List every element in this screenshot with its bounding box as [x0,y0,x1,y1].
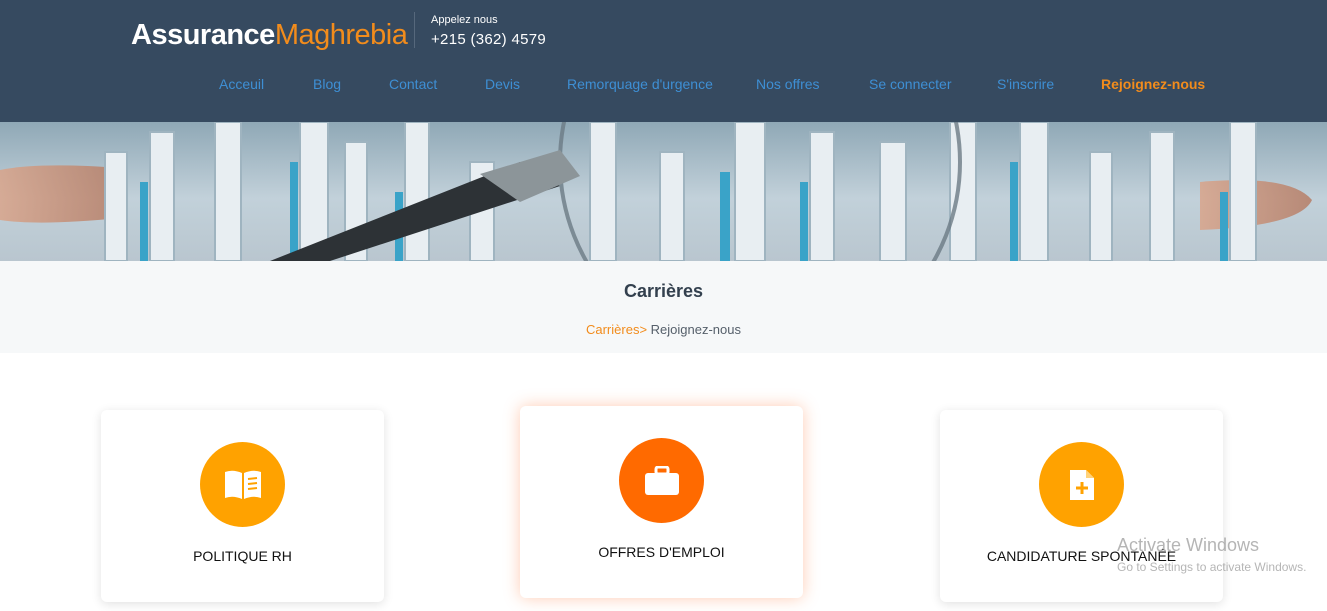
nav-item-blog[interactable]: Blog [313,76,341,92]
breadcrumb-link-carrieres[interactable]: Carrières> [586,322,647,337]
page-title-band [0,261,1327,353]
nav-item-contact[interactable]: Contact [389,76,437,92]
nav-item-remorquage[interactable]: Remorquage d'urgence [567,76,713,92]
page-title: Carrières [623,281,704,301]
nav-item-acceuil[interactable]: Acceuil [219,76,264,92]
book-icon [224,470,261,499]
card-icon-circle [200,442,285,527]
hero-illustration [0,122,1312,261]
logo-text-primary: Assurance [131,19,275,51]
card-label: OFFRES D'EMPLOI [598,544,725,560]
card-icon-circle [1039,442,1124,527]
file-plus-icon [1069,469,1094,500]
breadcrumb-current: Rejoignez-nous [650,322,741,337]
card-icon-circle [619,438,704,523]
windows-watermark-title: Activate Windows [1117,535,1260,555]
nav-item-sinscrire[interactable]: S'inscrire [997,76,1054,92]
phone-number: +215 (362) 4579 [431,31,547,48]
nav-item-nos-offres[interactable]: Nos offres [756,76,820,92]
windows-watermark-subtitle: Go to Settings to activate Windows. [1117,560,1307,574]
nav-item-se-connecter[interactable]: Se connecter [869,76,952,92]
hero-banner [0,122,1327,261]
breadcrumb: Carrières> Rejoignez-nous [0,322,1327,337]
card-offres-emploi[interactable]: OFFRES D'EMPLOI [520,406,803,598]
nav-item-rejoignez-nous[interactable]: Rejoignez-nous [1101,76,1205,92]
site-header: AssuranceMaghrebia Appelez nous +215 (36… [0,0,1327,122]
nav-item-devis[interactable]: Devis [485,76,520,92]
logo-text-secondary: Maghrebia [274,19,408,51]
call-label: Appelez nous [431,14,498,26]
card-politique-rh[interactable]: POLITIQUE RH [101,410,384,602]
briefcase-icon [644,465,679,495]
header-divider [414,12,415,48]
site-logo[interactable]: AssuranceMaghrebia [131,18,408,52]
card-label: POLITIQUE RH [193,548,292,564]
